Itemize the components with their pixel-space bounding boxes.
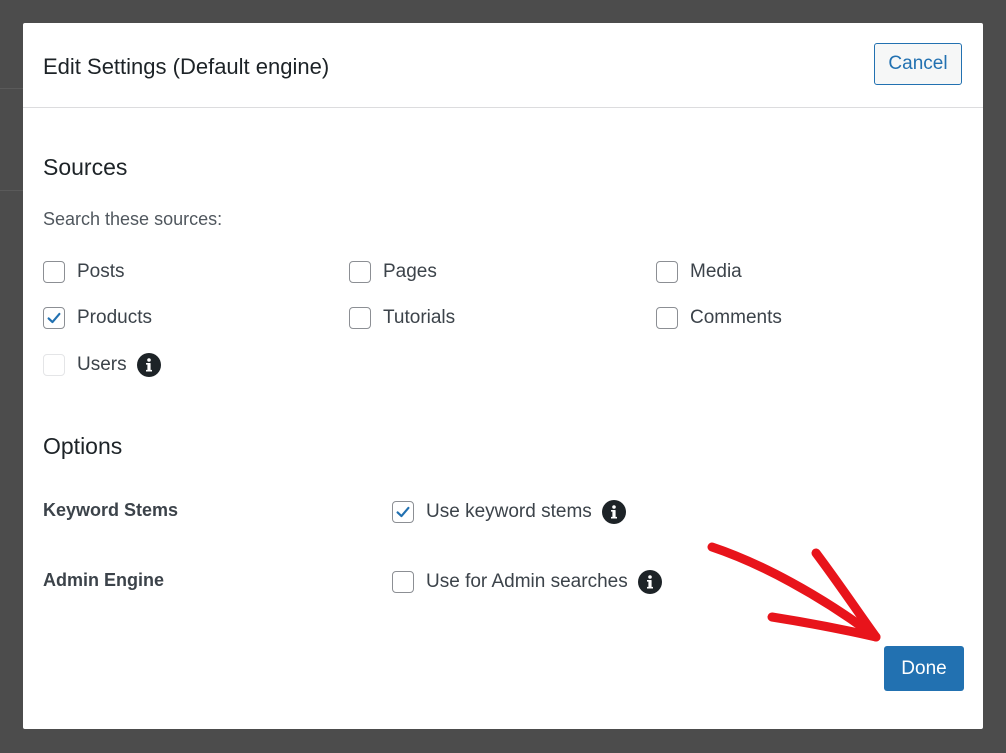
source-option-posts[interactable]: Posts (43, 259, 125, 285)
source-option-comments[interactable]: Comments (656, 305, 782, 331)
checkmark-icon (396, 506, 410, 518)
modal-header: Edit Settings (Default engine) Cancel (23, 23, 983, 108)
sources-description: Search these sources: (43, 209, 223, 229)
source-option-pages[interactable]: Pages (349, 259, 437, 285)
done-button[interactable]: Done (884, 646, 964, 691)
annotation-arrow-icon (707, 542, 881, 642)
cancel-button[interactable]: Cancel (874, 43, 962, 85)
admin-engine-option[interactable]: Use for Admin searches (392, 569, 662, 595)
keyword-stems-checkbox[interactable] (392, 501, 414, 523)
options-heading: Options (43, 433, 123, 459)
source-option-media[interactable]: Media (656, 259, 742, 285)
keyword-stems-option-label: Use keyword stems (426, 501, 592, 522)
info-icon[interactable] (637, 570, 662, 594)
admin-searches-checkbox[interactable] (392, 571, 414, 593)
sources-heading: Sources (43, 154, 128, 180)
admin-engine-label: Admin Engine (43, 570, 164, 590)
posts-checkbox[interactable] (43, 261, 65, 283)
source-option-label: Pages (383, 261, 437, 282)
source-option-label: Tutorials (383, 307, 456, 328)
source-option-label: Media (690, 261, 742, 282)
source-option-products[interactable]: Products (43, 305, 152, 331)
source-option-label: Posts (77, 261, 125, 282)
keyword-stems-option[interactable]: Use keyword stems (392, 499, 626, 525)
source-option-label: Users (77, 354, 127, 375)
info-icon[interactable] (136, 353, 161, 377)
admin-engine-option-label: Use for Admin searches (426, 571, 628, 592)
source-option-label: Products (77, 307, 152, 328)
keyword-stems-label: Keyword Stems (43, 500, 179, 520)
users-checkbox (43, 354, 65, 376)
source-option-label: Comments (690, 307, 782, 328)
info-icon[interactable] (601, 500, 626, 524)
source-option-tutorials[interactable]: Tutorials (349, 305, 455, 331)
comments-checkbox[interactable] (656, 307, 678, 329)
backdrop-divider (0, 88, 23, 89)
media-checkbox[interactable] (656, 261, 678, 283)
source-option-users: Users (43, 352, 161, 378)
checkmark-icon (47, 312, 61, 324)
tutorials-checkbox[interactable] (349, 307, 371, 329)
backdrop-divider (0, 190, 23, 191)
products-checkbox[interactable] (43, 307, 65, 329)
pages-checkbox[interactable] (349, 261, 371, 283)
modal-title: Edit Settings (Default engine) (43, 54, 330, 79)
